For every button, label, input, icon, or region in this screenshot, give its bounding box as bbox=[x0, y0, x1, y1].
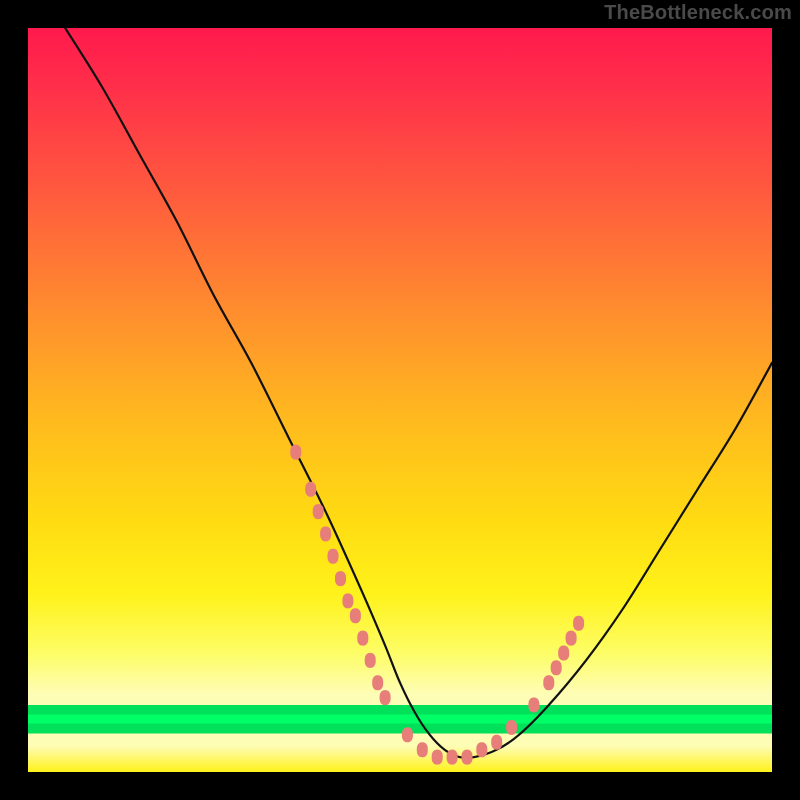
curve-marker bbox=[350, 608, 361, 623]
curve-marker bbox=[402, 727, 413, 742]
bottleneck-curve bbox=[65, 28, 772, 758]
curve-marker bbox=[566, 631, 577, 646]
curve-layer bbox=[28, 28, 772, 772]
curve-marker bbox=[447, 750, 458, 765]
curve-marker bbox=[528, 698, 539, 713]
curve-marker bbox=[313, 504, 324, 519]
curve-marker bbox=[476, 742, 487, 757]
curve-marker bbox=[372, 675, 383, 690]
curve-marker bbox=[335, 571, 346, 586]
curve-marker bbox=[432, 750, 443, 765]
curve-marker bbox=[290, 445, 301, 460]
chart-frame: TheBottleneck.com bbox=[0, 0, 800, 800]
curve-marker bbox=[573, 616, 584, 631]
curve-marker bbox=[462, 750, 473, 765]
curve-marker bbox=[328, 549, 339, 564]
curve-marker bbox=[417, 742, 428, 757]
curve-marker bbox=[558, 646, 569, 661]
curve-marker bbox=[305, 482, 316, 497]
plot-area bbox=[28, 28, 772, 772]
curve-marker bbox=[506, 720, 517, 735]
curve-marker bbox=[491, 735, 502, 750]
curve-marker bbox=[380, 690, 391, 705]
curve-marker bbox=[342, 593, 353, 608]
curve-marker bbox=[320, 526, 331, 541]
watermark-text: TheBottleneck.com bbox=[604, 2, 792, 25]
curve-marker bbox=[357, 631, 368, 646]
curve-marker bbox=[551, 660, 562, 675]
curve-marker bbox=[365, 653, 376, 668]
marker-group bbox=[290, 445, 584, 765]
curve-marker bbox=[543, 675, 554, 690]
